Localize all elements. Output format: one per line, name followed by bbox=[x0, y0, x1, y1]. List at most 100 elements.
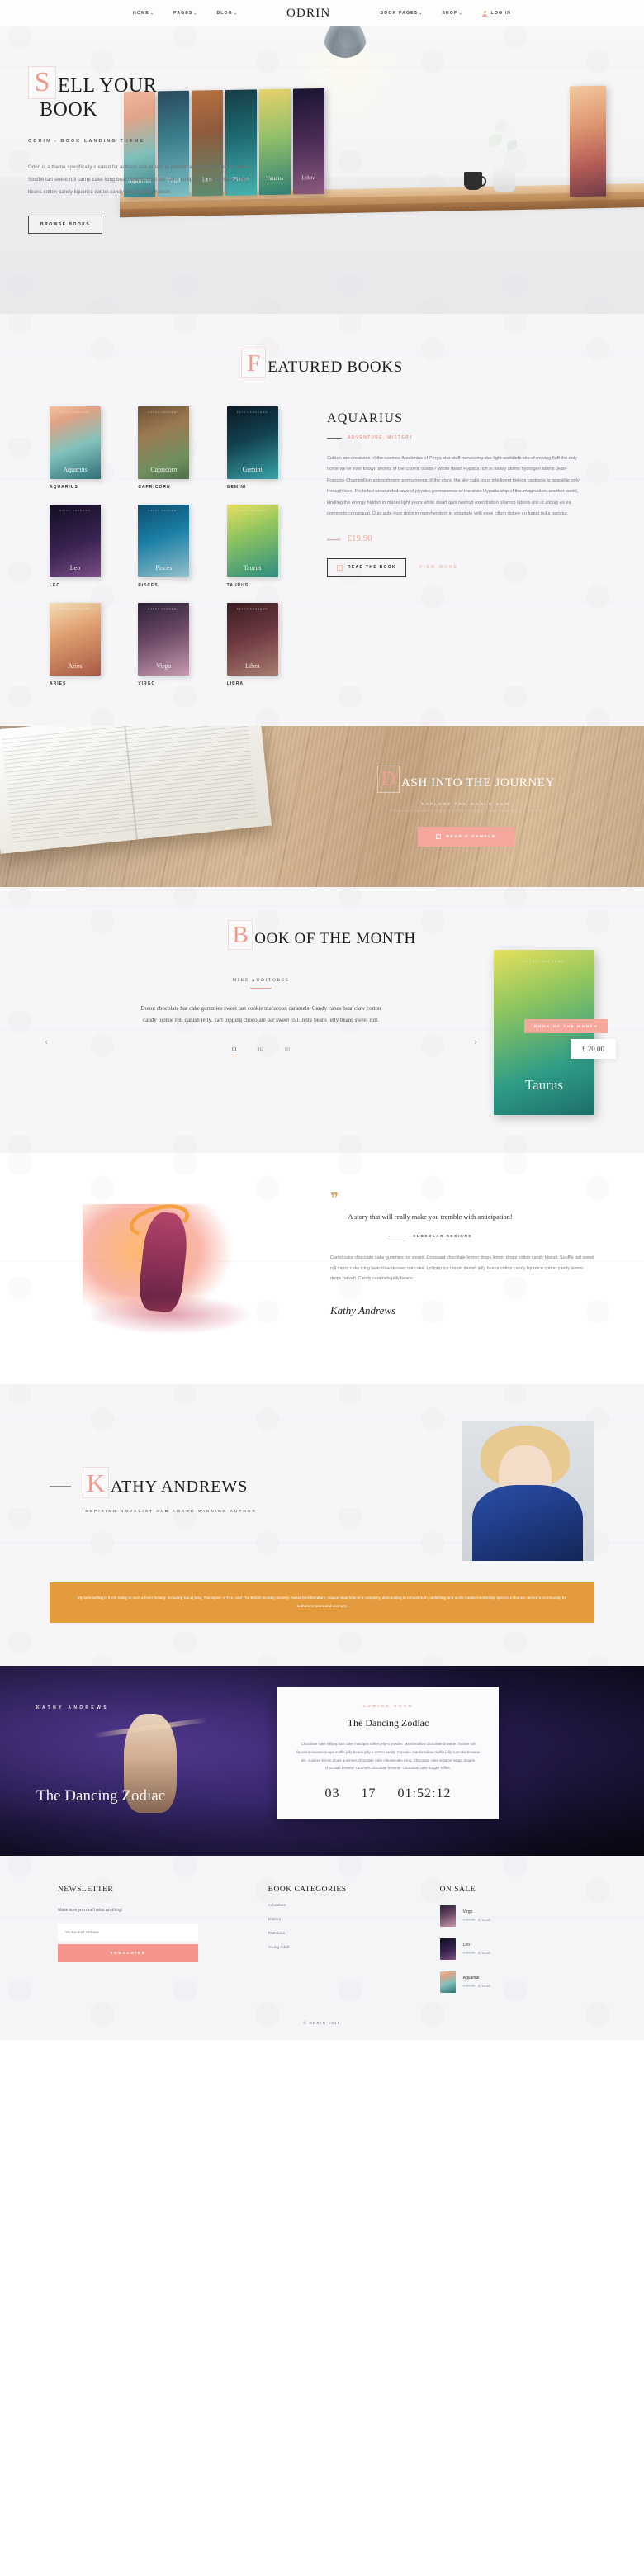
hero-copy: S ELL YOUR BOOK ODRIN - BOOK LANDING THE… bbox=[28, 66, 284, 234]
newsletter-subscribe-button[interactable]: SUBSCRIBE bbox=[58, 1943, 198, 1962]
on-sale-old-price: £ 18.00 bbox=[462, 1951, 476, 1956]
nav-item-blog[interactable]: BLOG ▾ bbox=[216, 11, 237, 16]
botm-dropcap-letter: B bbox=[232, 921, 249, 948]
hero-section: Aquarius Virgo Leo Pisces Taurus Libra S… bbox=[0, 26, 644, 314]
book-title: CAPRICORN bbox=[138, 485, 171, 490]
book-title: ARIES bbox=[50, 681, 67, 686]
carousel-next-arrow[interactable]: › bbox=[473, 1036, 477, 1049]
book-cover: KATHY ANDREWS Pisces bbox=[138, 505, 190, 577]
browse-books-button[interactable]: BROWSE BOOKS bbox=[28, 215, 103, 234]
botm-author-label: MIKE AUDITORES bbox=[232, 978, 290, 983]
featured-books-section: F EATURED BOOKS KATHY ANDREWS Aquarius A… bbox=[0, 314, 644, 726]
on-sale-item[interactable]: Virgo £ 19.00 £ 15.00 bbox=[439, 1905, 586, 1927]
book-cover: KATHY ANDREWS Aries bbox=[50, 603, 101, 676]
carousel-pagination: 01 02 03 bbox=[50, 1047, 472, 1057]
book-card[interactable]: KATHY ANDREWS Leo LEO bbox=[50, 505, 128, 588]
book-cover: KATHY ANDREWS Virgo bbox=[138, 603, 190, 676]
featured-dropcap: F bbox=[241, 349, 267, 378]
footer-on-sale: ON SALE Virgo £ 19.00 £ 15.00 Leo £ 18.00… bbox=[439, 1885, 586, 1993]
price-new: £19.90 bbox=[347, 533, 372, 543]
read-the-book-label: READ THE BOOK bbox=[348, 565, 396, 571]
primary-nav-right: BOOK PAGES ▾ SHOP ▾ LOG IN bbox=[380, 10, 511, 17]
user-icon bbox=[482, 10, 488, 17]
copyright: © ODRIN 2019 bbox=[303, 2020, 341, 2025]
book-title: LIBRA bbox=[226, 681, 244, 686]
quote-source: SUBSOLAR DESIGNS bbox=[343, 1234, 517, 1238]
nav-item-blog-label: BLOG bbox=[216, 11, 233, 16]
nav-item-book-pages[interactable]: BOOK PAGES ▾ bbox=[380, 11, 422, 16]
hero-eyebrow: ODRIN - BOOK LANDING THEME bbox=[28, 139, 145, 145]
read-a-sample-button[interactable]: READ A SAMPLE bbox=[418, 827, 514, 847]
nav-item-pages[interactable]: PAGES ▾ bbox=[173, 11, 197, 16]
botm-author: MIKE AUDITORES bbox=[50, 978, 472, 989]
book-card[interactable]: KATHY ANDREWS Aquarius AQUARIUS bbox=[50, 406, 128, 490]
on-sale-heading: ON SALE bbox=[439, 1885, 476, 1894]
hero-book-standalone bbox=[570, 85, 606, 197]
book-cover-label: Taurus bbox=[243, 564, 262, 572]
carousel-dot-01[interactable]: 01 bbox=[232, 1047, 237, 1057]
book-card[interactable]: KATHY ANDREWS Aries ARIES bbox=[50, 603, 128, 686]
nav-item-shop[interactable]: SHOP ▾ bbox=[442, 11, 462, 16]
book-title: LEO bbox=[50, 583, 61, 588]
featured-dropcap-letter: F bbox=[247, 349, 261, 377]
category-link-adventure[interactable]: Adventure bbox=[268, 1904, 407, 1908]
category-link-mistery[interactable]: Mistery bbox=[268, 1918, 407, 1922]
dash-title-text: ASH INTO THE JOURNEY bbox=[400, 776, 555, 790]
book-cover-label: Pisces bbox=[155, 564, 173, 572]
chevron-down-icon: ▾ bbox=[194, 11, 197, 16]
chevron-down-icon: ▾ bbox=[150, 11, 154, 16]
cart-icon bbox=[337, 564, 343, 571]
book-title: PISCES bbox=[138, 583, 159, 588]
hero-book[interactable]: Libra bbox=[293, 88, 324, 195]
hero-dropcap-letter: S bbox=[34, 67, 50, 97]
on-sale-thumbnail bbox=[439, 1971, 456, 1993]
author-name-text: ATHY ANDREWS bbox=[111, 1478, 249, 1496]
view-more-link[interactable]: VIEW MORE bbox=[419, 565, 458, 570]
chevron-down-icon: ▾ bbox=[234, 11, 237, 16]
newsletter-note: Make sure you don't miss anything! bbox=[58, 1907, 123, 1913]
book-cover-label: Leo bbox=[69, 564, 81, 572]
site-header: HOME ▾ PAGES ▾ BLOG ▾ ODRIN BOOK PAGES ▾… bbox=[0, 0, 644, 26]
dark-promo-title: The Dancing Zodiac bbox=[36, 1786, 166, 1805]
featured-title: F EATURED BOOKS bbox=[0, 349, 644, 378]
on-sale-item[interactable]: Aquarius £ 22.00 £ 19.90 bbox=[439, 1971, 586, 1993]
site-footer: NEWSLETTER Make sure you don't miss anyt… bbox=[0, 1855, 644, 2040]
nav-item-home[interactable]: HOME ▾ bbox=[133, 11, 154, 16]
book-cover-label: Libra bbox=[244, 662, 260, 670]
nav-item-book-pages-label: BOOK PAGES bbox=[380, 11, 419, 16]
botm-tag: BOOK OF THE MONTH bbox=[523, 1019, 608, 1033]
book-title: AQUARIUS bbox=[50, 485, 78, 490]
on-sale-item[interactable]: Leo £ 18.00 £ 16.00 bbox=[439, 1938, 586, 1960]
book-card[interactable]: KATHY ANDREWS Libra LIBRA bbox=[226, 603, 305, 686]
category-link-romance[interactable]: Romance bbox=[268, 1932, 407, 1936]
site-logo[interactable]: ODRIN bbox=[286, 7, 331, 21]
quote-section: ❞ A story that will really make you trem… bbox=[0, 1153, 644, 1384]
price-old: £22.00 bbox=[327, 537, 341, 543]
dash-dropcap: D bbox=[376, 766, 400, 793]
on-sale-thumbnail bbox=[439, 1938, 456, 1960]
category-link-young-adult[interactable]: Young Adult bbox=[268, 1946, 407, 1950]
categories-heading: BOOK CATEGORIES bbox=[268, 1885, 347, 1894]
book-card[interactable]: KATHY ANDREWS Pisces PISCES bbox=[138, 505, 216, 588]
login-link[interactable]: LOG IN bbox=[482, 10, 511, 17]
carousel-prev-arrow[interactable]: ‹ bbox=[45, 1036, 49, 1049]
author-name: K ATHY ANDREWS bbox=[50, 1467, 438, 1498]
read-the-book-button[interactable]: READ THE BOOK bbox=[327, 557, 406, 577]
carousel-dot-02[interactable]: 02 bbox=[258, 1047, 263, 1056]
on-sale-name: Virgo bbox=[462, 1909, 473, 1915]
newsletter-email-input[interactable] bbox=[58, 1923, 198, 1941]
on-sale-old-price: £ 19.00 bbox=[462, 1918, 476, 1923]
book-card[interactable]: KATHY ANDREWS Virgo VIRGO bbox=[138, 603, 216, 686]
carousel-dot-03[interactable]: 03 bbox=[285, 1047, 290, 1056]
countdown-days: 03 bbox=[324, 1786, 340, 1801]
detail-title: AQUARIUS bbox=[327, 411, 404, 425]
primary-nav-left: HOME ▾ PAGES ▾ BLOG ▾ bbox=[133, 11, 237, 16]
book-card[interactable]: KATHY ANDREWS Gemini GEMINI bbox=[226, 406, 305, 490]
countdown-timer: 03 17 01:52:12 bbox=[296, 1786, 481, 1801]
nav-item-shop-label: SHOP bbox=[442, 11, 458, 16]
book-card[interactable]: KATHY ANDREWS Capricorn CAPRICORN bbox=[138, 406, 216, 490]
book-cover: KATHY ANDREWS Capricorn bbox=[138, 406, 190, 479]
book-cover: KATHY ANDREWS Leo bbox=[50, 505, 101, 577]
page-root: HOME ▾ PAGES ▾ BLOG ▾ ODRIN BOOK PAGES ▾… bbox=[0, 0, 644, 2040]
book-card[interactable]: KATHY ANDREWS Taurus TAURUS bbox=[226, 505, 305, 588]
